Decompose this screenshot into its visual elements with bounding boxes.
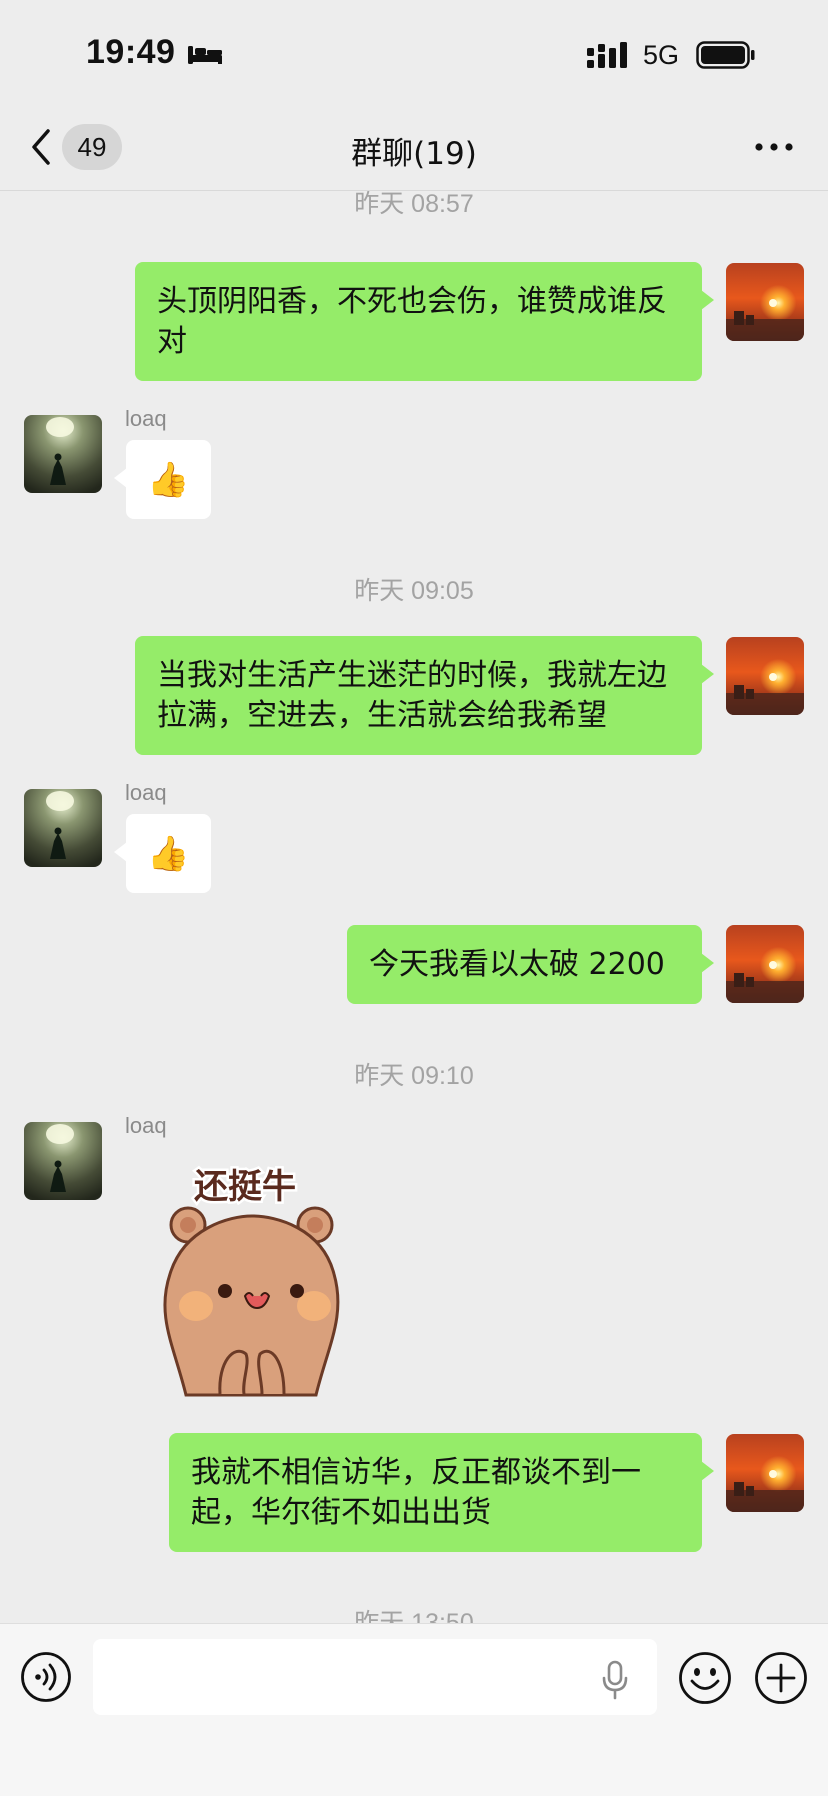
sender-name: loaq — [125, 1113, 167, 1138]
status-time: 19:49 — [86, 33, 176, 71]
cave-avatar-image — [24, 1122, 102, 1200]
battery-icon — [696, 41, 755, 69]
self-avatar[interactable] — [726, 637, 804, 715]
sunset-avatar-image — [726, 637, 804, 715]
self-avatar[interactable] — [726, 263, 804, 341]
message-bubble-self[interactable]: 头顶阴阳香，不死也会伤，谁赞成谁反对 — [135, 262, 714, 381]
emoji-message-bubble[interactable]: 👍 — [114, 814, 211, 893]
message-bubble-self[interactable]: 当我对生活产生迷茫的时候，我就左边拉满，空进去，生活就会给我希望 — [135, 636, 714, 755]
thumbs-up-icon: 👍 — [147, 833, 190, 874]
other-avatar[interactable] — [24, 789, 102, 867]
message-timestamp: 昨天 13:50 — [354, 1609, 474, 1623]
message-timestamp: 昨天 09:05 — [354, 577, 474, 605]
message-bubble-self[interactable]: 今天我看以太破 2200 — [347, 925, 714, 1004]
voice-icon[interactable] — [20, 1651, 72, 1703]
status-bar: 19:49 5G — [0, 0, 828, 110]
sunset-avatar-image — [726, 925, 804, 1003]
sender-name: loaq — [125, 780, 167, 805]
message-timestamp: 昨天 09:10 — [354, 1062, 474, 1090]
sticker-caption: 还挺牛 — [194, 1167, 296, 1207]
emoji-message-bubble[interactable]: 👍 — [114, 440, 211, 519]
cave-avatar-image — [24, 789, 102, 867]
bear-sticker-image: 还挺牛 — [163, 1165, 340, 1397]
sunset-avatar-image — [726, 263, 804, 341]
sunset-avatar-image — [726, 1434, 804, 1512]
chat-message-list[interactable]: 昨天 08:57 头顶阴阳香，不死也会伤，谁赞成谁反对 loaq 👍 昨天 09… — [0, 191, 828, 1623]
signal-icon — [587, 42, 627, 68]
network-label: 5G — [643, 40, 680, 70]
message-timestamp: 昨天 08:57 — [354, 191, 474, 218]
plus-icon[interactable] — [754, 1651, 808, 1705]
message-bubble-self[interactable]: 我就不相信访华，反正都谈不到一起，华尔街不如出出货 — [169, 1433, 714, 1552]
self-avatar[interactable] — [726, 1434, 804, 1512]
chat-title: 群聊(19) — [351, 136, 477, 172]
cave-avatar-image — [24, 415, 102, 493]
mic-icon[interactable] — [600, 1660, 630, 1700]
more-dots-icon[interactable] — [752, 140, 796, 154]
input-bar — [0, 1623, 828, 1796]
other-avatar[interactable] — [24, 415, 102, 493]
message-input[interactable] — [93, 1639, 657, 1715]
thumbs-up-icon: 👍 — [147, 459, 190, 500]
bed-icon — [188, 46, 222, 64]
other-avatar[interactable] — [24, 1122, 102, 1200]
self-avatar[interactable] — [726, 925, 804, 1003]
bear-sticker[interactable]: 还挺牛 — [150, 1146, 350, 1416]
emoji-icon[interactable] — [678, 1651, 732, 1705]
sender-name: loaq — [125, 406, 167, 431]
nav-bar: 49 群聊(19) — [0, 110, 828, 191]
